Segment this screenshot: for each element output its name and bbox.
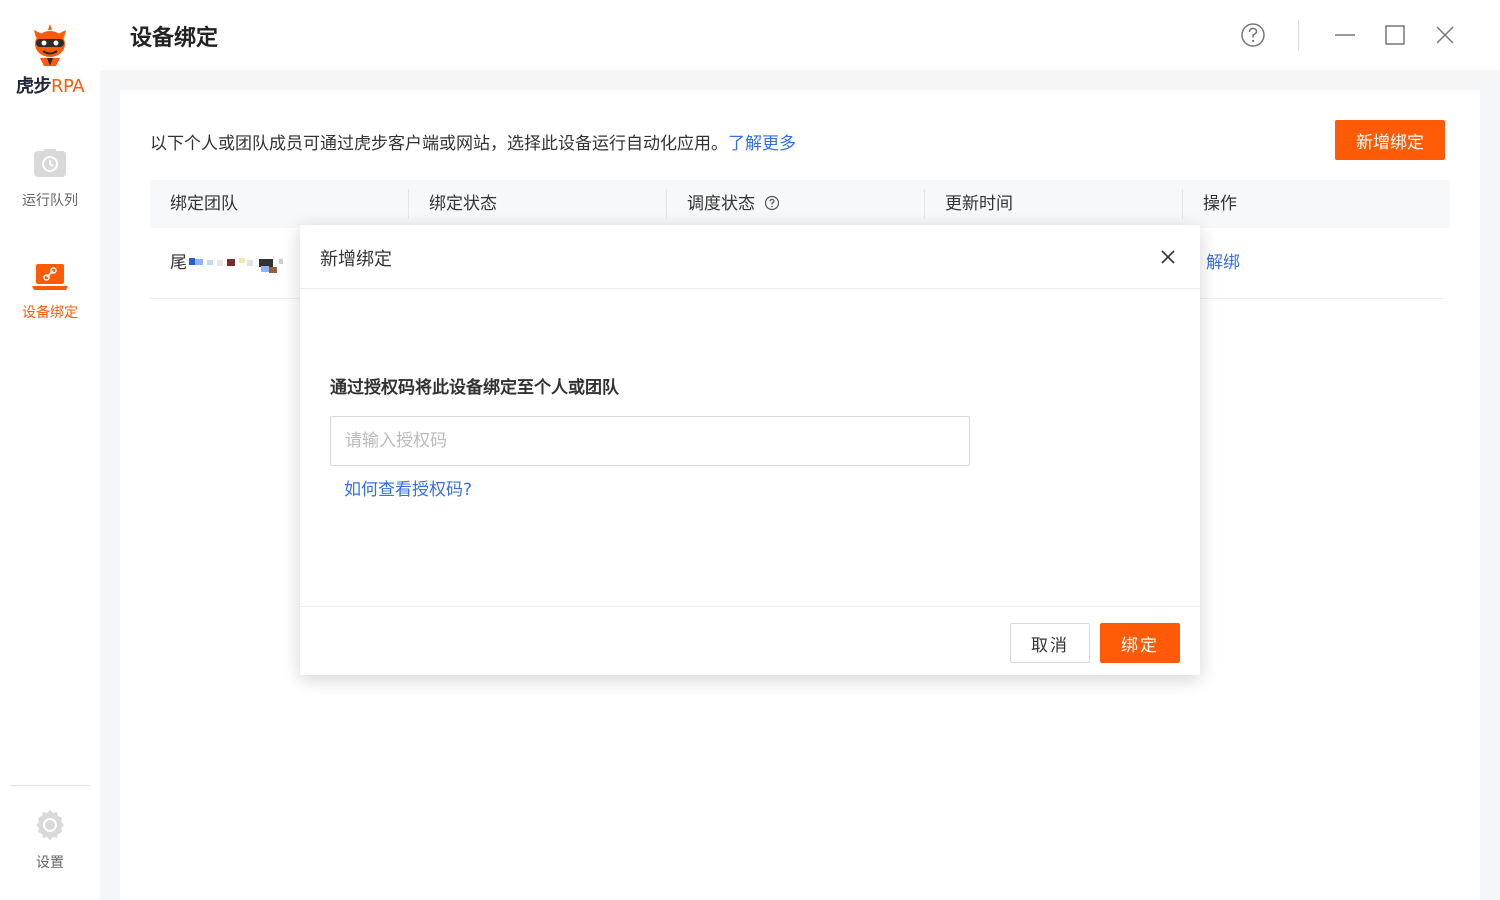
logo-text: 虎步RPA	[15, 76, 85, 97]
clock-icon	[34, 149, 66, 177]
column-header-bind-status: 绑定状态	[429, 194, 497, 214]
modal-footer: 取消 绑定	[300, 606, 1200, 675]
sidebar-item-label: 设备绑定	[22, 305, 78, 321]
modal-header: 新增绑定	[300, 225, 1200, 289]
how-to-view-code-link[interactable]: 如何查看授权码?	[344, 475, 472, 500]
app-logo: 虎步RPA	[0, 22, 100, 98]
learn-more-link[interactable]: 了解更多	[728, 134, 796, 154]
page-description: 以下个人或团队成员可通过虎步客户端或网站，选择此设备运行自动化应用。了解更多	[150, 134, 796, 154]
bind-button[interactable]: 绑定	[1100, 623, 1180, 663]
auth-code-label: 通过授权码将此设备绑定至个人或团队	[330, 378, 619, 398]
auth-code-input[interactable]	[330, 416, 970, 466]
laptop-link-icon	[32, 264, 68, 290]
close-icon[interactable]	[1430, 20, 1460, 50]
column-header-team: 绑定团队	[170, 194, 238, 214]
add-binding-button[interactable]: 新增绑定	[1335, 120, 1445, 160]
info-circle-icon[interactable]	[764, 195, 780, 211]
sidebar-item-run-queue[interactable]: 运行队列	[0, 148, 100, 210]
sidebar-divider	[10, 785, 90, 786]
sidebar-item-label: 设置	[36, 855, 64, 871]
column-header-update-time: 更新时间	[945, 194, 1013, 214]
action-cell: 解绑	[1206, 228, 1240, 299]
modal-close-icon[interactable]	[1156, 245, 1180, 269]
sidebar: 虎步RPA 运行队列 设备绑定 设置	[0, 0, 100, 900]
team-cell: 尾	[170, 228, 289, 299]
tiger-mascot-icon	[34, 24, 66, 66]
table-header: 绑定团队 绑定状态 调度状态 更新时间 操作	[150, 180, 1450, 228]
sidebar-item-label: 运行队列	[22, 193, 78, 209]
modal-title: 新增绑定	[320, 249, 392, 270]
gear-icon	[36, 810, 64, 840]
column-header-actions: 操作	[1203, 194, 1237, 214]
sidebar-item-device-binding[interactable]: 设备绑定	[0, 262, 100, 322]
sidebar-item-settings[interactable]: 设置	[0, 808, 100, 872]
add-binding-modal: 新增绑定 通过授权码将此设备绑定至个人或团队 如何查看授权码? 取消 绑定	[300, 225, 1200, 675]
header-separator	[1298, 20, 1299, 50]
maximize-icon[interactable]	[1380, 20, 1410, 50]
unbind-link[interactable]: 解绑	[1206, 253, 1240, 273]
page-title: 设备绑定	[130, 26, 219, 51]
column-header-schedule-status: 调度状态	[667, 180, 780, 228]
help-icon[interactable]	[1238, 20, 1268, 50]
header: 设备绑定	[100, 0, 1500, 70]
minimize-icon[interactable]	[1330, 20, 1360, 50]
masked-team-name	[189, 255, 289, 273]
cancel-button[interactable]: 取消	[1010, 623, 1090, 663]
